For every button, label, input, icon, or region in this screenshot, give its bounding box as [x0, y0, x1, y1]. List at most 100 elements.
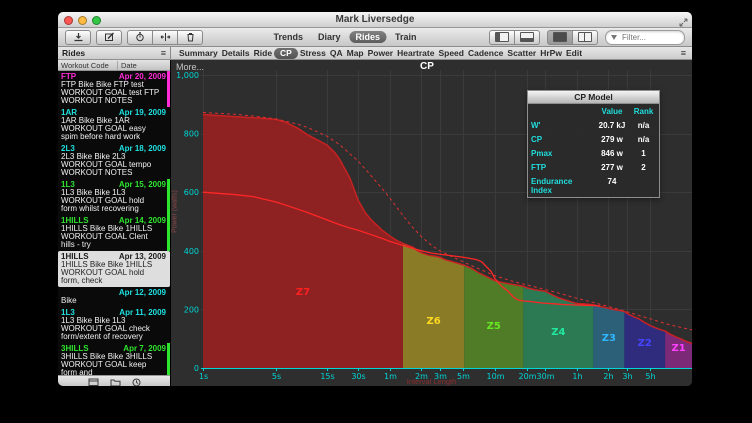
- ride-row[interactable]: 1HILLSApr 14, 20091HILLS Bike Bike 1HILL…: [58, 215, 170, 251]
- filter-input[interactable]: [620, 32, 679, 43]
- chart-title: CP: [420, 61, 434, 72]
- trash-icon: [186, 32, 195, 42]
- delete-button[interactable]: [178, 30, 203, 45]
- zone-color-stripe: [167, 343, 170, 375]
- rides-sidebar: Workout Code Date FTPApr 20, 2009FTP Bik…: [58, 60, 171, 386]
- y-axis-title: Power (watts): [172, 182, 179, 242]
- tab-heartrate[interactable]: Heartrate: [395, 48, 436, 58]
- filter-field[interactable]: [605, 30, 685, 45]
- tab-qa[interactable]: QA: [328, 48, 345, 58]
- ride-description: 1L3 Bike Bike 1L3 WORKOUT GOAL hold form…: [61, 189, 166, 213]
- ride-row[interactable]: FTPApr 20, 2009FTP Bike Bike FTP test WO…: [58, 71, 170, 107]
- zone-color-stripe: [167, 215, 170, 251]
- ride-row[interactable]: 1L3Apr 11, 20091L3 Bike Bike 1L3 WORKOUT…: [58, 307, 170, 343]
- tab-hrpw[interactable]: HrPw: [538, 48, 564, 58]
- ride-description: 3HILLS Bike Bike 3HILLS WORKOUT GOAL kee…: [61, 353, 166, 375]
- import-button[interactable]: [65, 30, 91, 45]
- tiled-view-button[interactable]: [547, 30, 573, 45]
- close-button[interactable]: [64, 16, 73, 25]
- cp-model-table: CP Model Value Rank W'20.7 kJn/aCP279 wn…: [527, 90, 660, 198]
- ride-date: Apr 11, 2009: [119, 308, 166, 317]
- view-tab-trends[interactable]: Trends: [267, 31, 309, 43]
- ride-description: FTP Bike Bike FTP test WORKOUT GOAL test…: [61, 81, 166, 105]
- cp-model-row: Endurance Index74: [528, 174, 659, 197]
- ride-row[interactable]: 2L3Apr 18, 20092L3 Bike Bike 2L3 WORKOUT…: [58, 143, 170, 179]
- tabbed-view-button[interactable]: [573, 30, 598, 45]
- chart-more-button[interactable]: More...: [176, 62, 204, 72]
- tab-ride[interactable]: Ride: [252, 48, 274, 58]
- sidebar-menu-icon[interactable]: ≡: [161, 48, 166, 58]
- ride-row[interactable]: 1ARApr 19, 20091AR Bike Bike 1AR WORKOUT…: [58, 107, 170, 143]
- view-tab-rides[interactable]: Rides: [350, 31, 387, 43]
- tab-cp[interactable]: CP: [274, 48, 298, 59]
- cp-model-row: FTP277 w2: [528, 160, 659, 174]
- bottom-panel-icon: [520, 32, 534, 42]
- main-toolbar: TrendsDiaryRidesTrain: [58, 28, 692, 47]
- sidebar-toggle-button[interactable]: [489, 30, 515, 45]
- tab-map[interactable]: Map: [345, 48, 366, 58]
- zoom-button[interactable]: [92, 16, 101, 25]
- ride-list-column-header[interactable]: Workout Code Date: [58, 60, 170, 71]
- x-axis-title: Interval Length: [171, 377, 692, 386]
- cp-model-title: CP Model: [528, 91, 659, 104]
- ride-description: 1HILLS Bike Bike 1HILLS WORKOUT GOAL Cle…: [61, 225, 166, 249]
- view-switcher: TrendsDiaryRidesTrain: [267, 31, 422, 43]
- ride-row[interactable]: 1L3Apr 15, 20091L3 Bike Bike 1L3 WORKOUT…: [58, 179, 170, 215]
- clock-icon[interactable]: [132, 378, 141, 387]
- zone-color-stripe: [167, 179, 170, 215]
- compose-icon: [104, 32, 115, 42]
- ride-description: 1HILLS Bike Bike 1HILLS WORKOUT GOAL hol…: [61, 261, 166, 285]
- column-date[interactable]: Date: [118, 61, 137, 70]
- ride-row[interactable]: 1HILLSApr 13, 20091HILLS Bike Bike 1HILL…: [58, 251, 170, 287]
- column-workout-code[interactable]: Workout Code: [58, 61, 118, 70]
- tab-speed[interactable]: Speed: [436, 48, 466, 58]
- filter-funnel-icon: [611, 35, 617, 40]
- minimize-button[interactable]: [78, 16, 87, 25]
- content-area: Workout Code Date FTPApr 20, 2009FTP Bik…: [58, 60, 692, 386]
- window-title: Mark Liversedge: [336, 14, 415, 25]
- ride-description: 2L3 Bike Bike 2L3 WORKOUT GOAL tempo WOR…: [61, 153, 166, 177]
- download-icon: [73, 32, 84, 42]
- tiled-view-icon: [553, 32, 567, 42]
- analysis-tab-bar: SummaryDetailsRideCPStressQAMapPowerHear…: [171, 47, 692, 59]
- cp-model-row: W'20.7 kJn/a: [528, 118, 659, 132]
- tab-details[interactable]: Details: [220, 48, 252, 58]
- tab-summary[interactable]: Summary: [177, 48, 220, 58]
- cp-model-row: Pmax846 w1: [528, 146, 659, 160]
- sidebar-footer: [58, 375, 170, 386]
- bottombar-toggle-button[interactable]: [515, 30, 540, 45]
- manual-entry-button[interactable]: [96, 30, 122, 45]
- tab-row: Rides ≡ SummaryDetailsRideCPStressQAMapP…: [58, 47, 692, 60]
- tab-scatter[interactable]: Scatter: [505, 48, 538, 58]
- split-arrows-icon: [160, 32, 171, 42]
- tab-power[interactable]: Power: [366, 48, 396, 58]
- ride-date: Apr 12, 2009: [119, 288, 166, 297]
- sidebar-panel-icon: [495, 32, 509, 42]
- ride-row[interactable]: Apr 12, 2009Bike: [58, 287, 170, 307]
- stopwatch-icon: [135, 32, 145, 42]
- tabbed-view-icon: [578, 32, 592, 42]
- ride-list[interactable]: FTPApr 20, 2009FTP Bike Bike FTP test WO…: [58, 71, 170, 375]
- zone-color-stripe: [167, 71, 170, 107]
- calendar-icon[interactable]: [88, 378, 99, 387]
- view-tab-train[interactable]: Train: [389, 31, 423, 43]
- view-tab-diary[interactable]: Diary: [312, 31, 347, 43]
- cp-model-header-row: Value Rank: [528, 104, 659, 118]
- desktop: Mark Liversedge: [0, 0, 752, 423]
- ride-row[interactable]: 3HILLSApr 7, 20093HILLS Bike Bike 3HILLS…: [58, 343, 170, 375]
- stopwatch-button[interactable]: [127, 30, 153, 45]
- sidebar-title: Rides: [62, 48, 85, 58]
- intervals-button[interactable]: [153, 30, 178, 45]
- tab-bar-menu-icon[interactable]: ≡: [681, 48, 686, 58]
- tab-edit[interactable]: Edit: [564, 48, 584, 58]
- ride-description: 1L3 Bike Bike 1L3 WORKOUT GOAL check for…: [61, 317, 166, 341]
- cp-model-row: CP279 wn/a: [528, 132, 659, 146]
- tab-stress[interactable]: Stress: [298, 48, 328, 58]
- title-bar[interactable]: Mark Liversedge: [58, 12, 692, 28]
- ride-description: Bike: [61, 297, 166, 305]
- ride-description: 1AR Bike Bike 1AR WORKOUT GOAL easy spim…: [61, 117, 166, 141]
- folder-icon[interactable]: [110, 378, 121, 387]
- golden-cheetah-window: Mark Liversedge: [58, 12, 692, 386]
- sidebar-header[interactable]: Rides ≡: [58, 47, 171, 59]
- tab-cadence[interactable]: Cadence: [466, 48, 505, 58]
